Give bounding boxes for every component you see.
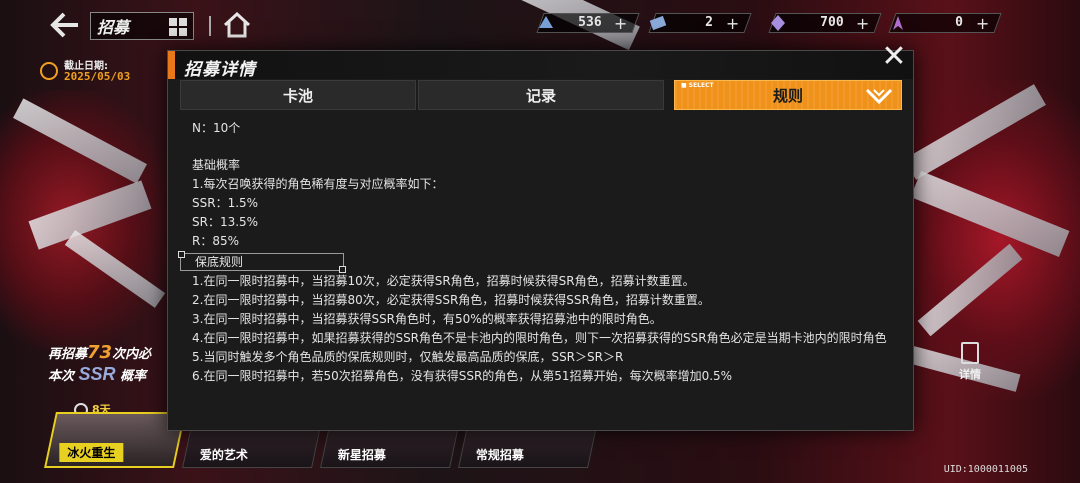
ssr-logo: SSR [78, 364, 116, 384]
resource-counter[interactable]: 700 + [767, 10, 882, 36]
home-button[interactable] [222, 11, 252, 38]
pity-prefix: 再招募 [48, 347, 88, 362]
resource-counter[interactable]: 0 + [887, 10, 1002, 36]
user-id: UID:1000011005 [943, 464, 1028, 475]
pity-info: 再招募73次内必 本次 SSR 概率 [48, 342, 151, 384]
add-resource-button[interactable]: + [855, 14, 868, 33]
rule-item: 2.在同一限时招募中，当招募80次，必定获得SSR角色，招募时候获得SSR角色，… [192, 293, 710, 307]
banner-label: 新星招募 [337, 448, 386, 462]
resource-counter[interactable]: 2 + [647, 10, 752, 36]
rule-item: 6.在同一限时招募中，若50次招募角色，没有获得SSR的角色，从第51招募开始，… [192, 369, 733, 383]
modal-title: 招募详情 [184, 60, 256, 80]
n-count-line: N：10个 [192, 121, 241, 135]
r-rate: R：85% [192, 234, 240, 248]
home-icon [223, 11, 251, 38]
rate-line: 本次 SSR 概率 [48, 364, 146, 385]
resource-value: 0 [955, 15, 964, 30]
deadline-date: 2025/05/03 [64, 70, 131, 83]
pity-suffix: 次内必 [112, 347, 152, 362]
sr-rate: SR：13.5% [192, 215, 259, 229]
select-tag: ■ SELECT [681, 82, 714, 89]
pity-line: 再招募73次内必 [48, 342, 151, 363]
tab-pool[interactable]: 卡池 [180, 80, 416, 110]
guarantee-section-header: 保底规则 [178, 251, 346, 273]
rules-content: N：10个 基础概率 1.每次召唤获得的角色稀有度与对应概率如下： SSR：1.… [178, 119, 892, 386]
close-button[interactable]: ✕ [878, 42, 910, 74]
top-bar: 招募 536 + 2 + 700 + 0 + [0, 0, 1080, 48]
banner-tab[interactable]: 冰火重生 [44, 412, 186, 468]
pity-count: 73 [87, 342, 113, 363]
toolbar-divider [209, 16, 211, 36]
resource-value: 700 [819, 15, 844, 30]
guarantee-title: 保底规则 [195, 255, 244, 269]
modal-header: 招募详情 [168, 51, 913, 80]
ssr-rate: SSR：1.5% [192, 196, 259, 210]
base-rate-title: 基础概率 [192, 158, 241, 172]
banner-label: 冰火重生 [59, 443, 124, 462]
back-arrow-icon [50, 12, 78, 38]
add-resource-button[interactable]: + [975, 14, 988, 33]
modal-tabs: 卡池 记录 ■ SELECT 规则 [180, 80, 902, 110]
resource-value: 2 [705, 15, 714, 30]
rule-item: 1.在同一限时招募中，当招募10次，必定获得SR角色，招募时候获得SR角色，招募… [192, 274, 695, 288]
crystal-icon [535, 10, 557, 36]
shard-icon [887, 10, 909, 36]
close-icon: ✕ [881, 39, 907, 74]
tab-rules[interactable]: ■ SELECT 规则 [674, 80, 902, 110]
rule-item: 4.在同一限时招募中，如果招募获得的SSR角色不是卡池内的限时角色，则下一次招募… [192, 331, 887, 345]
tab-records[interactable]: 记录 [418, 80, 664, 110]
tab-label: 卡池 [282, 87, 313, 105]
resource-counter[interactable]: 536 + [535, 10, 640, 36]
details-label: 详情 [959, 368, 981, 381]
clock-icon [40, 62, 58, 80]
add-resource-button[interactable]: + [613, 14, 626, 33]
rule-item: 5.当同时触发多个角色品质的保底规则时，仅触发最高品质的保底，SSR＞SR＞R [192, 350, 624, 364]
rule-item: 3.在同一限时招募中，当招募获得SSR角色时，有50%的概率获得招募池中的限时角… [192, 312, 662, 326]
recruit-details-modal: 招募详情 卡池 记录 ■ SELECT 规则 N：10个 基础概率 1.每次召唤… [167, 50, 914, 431]
ticket-icon [647, 10, 669, 36]
rate-suffix: 概率 [120, 369, 147, 384]
tab-label: 规则 [772, 87, 803, 105]
tab-label: 记录 [525, 87, 556, 105]
banner-label: 常规招募 [475, 448, 524, 462]
menu-grid-icon[interactable] [169, 18, 187, 36]
details-button[interactable]: 详情 [950, 342, 990, 386]
page-title: 招募 [97, 18, 130, 37]
back-button[interactable] [50, 12, 82, 40]
deadline-info: 截止日期: 2025/05/03 [34, 54, 174, 86]
chevron-down-icon [865, 88, 893, 105]
document-icon [961, 342, 979, 364]
base-rate-intro: 1.每次召唤获得的角色稀有度与对应概率如下： [192, 177, 444, 191]
add-resource-button[interactable]: + [725, 14, 738, 33]
banner-label: 爱的艺术 [199, 448, 248, 462]
gem-icon [767, 10, 789, 36]
rate-prefix: 本次 [48, 369, 75, 384]
page-title-chip: 招募 [90, 12, 194, 40]
resource-value: 536 [577, 15, 602, 30]
